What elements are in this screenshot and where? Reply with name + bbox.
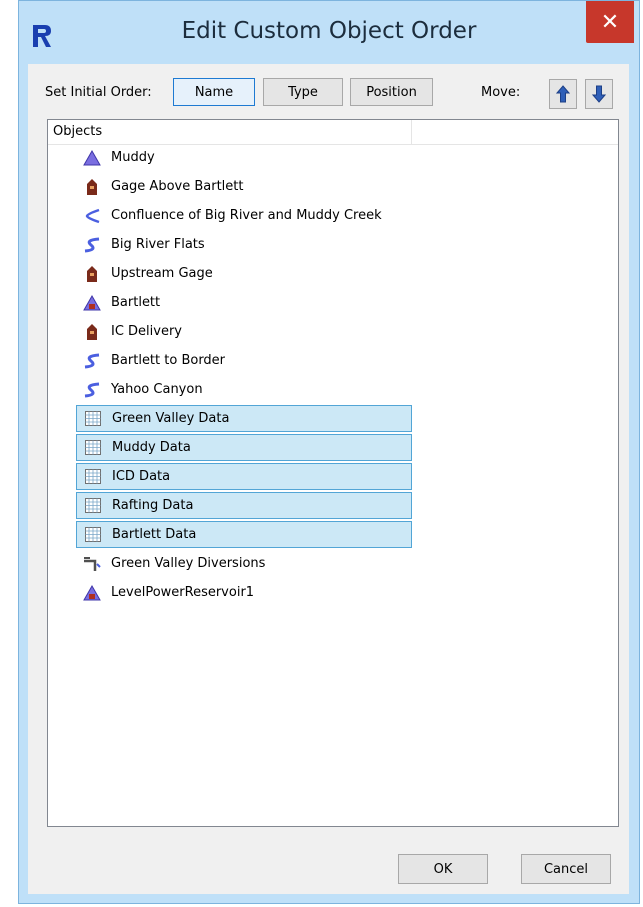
data-object-icon: [84, 468, 102, 486]
list-item-label: Bartlett: [111, 295, 161, 310]
move-label: Move:: [481, 85, 521, 100]
gage-icon: [83, 178, 101, 196]
list-item[interactable]: Muddy: [76, 144, 412, 171]
list-item-label: IC Delivery: [111, 324, 183, 339]
list-item[interactable]: ICD Data: [76, 463, 412, 490]
list-item[interactable]: Green Valley Diversions: [76, 550, 412, 577]
list-item-label: ICD Data: [112, 469, 171, 484]
window-title: Edit Custom Object Order: [181, 18, 477, 44]
reach-icon: [83, 381, 101, 399]
power-reservoir-icon: [83, 584, 101, 602]
order-by-type-button[interactable]: Type: [263, 78, 343, 106]
list-item[interactable]: LevelPowerReservoir1: [76, 579, 412, 606]
list-item-label: Rafting Data: [112, 498, 194, 513]
reach-icon: [83, 352, 101, 370]
dialog-window: Edit Custom Object Order ✕ Set Initial O…: [18, 0, 640, 904]
list-item-label: Bartlett to Border: [111, 353, 226, 368]
gage-icon: [83, 323, 101, 341]
list-item[interactable]: Big River Flats: [76, 231, 412, 258]
list-item-label: Big River Flats: [111, 237, 205, 252]
list-item[interactable]: Muddy Data: [76, 434, 412, 461]
cancel-button[interactable]: Cancel: [521, 854, 611, 884]
gage-icon: [83, 265, 101, 283]
arrow-up-icon: [556, 85, 570, 103]
list-item-label: Bartlett Data: [112, 527, 197, 542]
move-down-button[interactable]: [585, 79, 613, 109]
list-item[interactable]: Confluence of Big River and Muddy Creek: [76, 202, 412, 229]
data-object-icon: [84, 497, 102, 515]
list-item[interactable]: IC Delivery: [76, 318, 412, 345]
close-button[interactable]: ✕: [586, 1, 634, 43]
list-item-label: Muddy Data: [112, 440, 191, 455]
list-item-label: Yahoo Canyon: [111, 382, 203, 397]
order-by-name-button[interactable]: Name: [173, 78, 255, 106]
title-bar[interactable]: Edit Custom Object Order ✕: [19, 1, 639, 63]
list-item-label: Upstream Gage: [111, 266, 213, 281]
data-object-icon: [84, 526, 102, 544]
list-item-label: Confluence of Big River and Muddy Creek: [111, 208, 382, 223]
reach-icon: [83, 236, 101, 254]
list-item-label: Green Valley Data: [112, 411, 230, 426]
power-reservoir-icon: [83, 294, 101, 312]
list-item[interactable]: Bartlett: [76, 289, 412, 316]
set-initial-order-label: Set Initial Order:: [45, 85, 152, 100]
list-item[interactable]: Yahoo Canyon: [76, 376, 412, 403]
list-item[interactable]: Rafting Data: [76, 492, 412, 519]
objects-column-header[interactable]: Objects: [48, 120, 412, 144]
ok-button[interactable]: OK: [398, 854, 488, 884]
arrow-down-icon: [592, 85, 606, 103]
dialog-body: Set Initial Order: Name Type Position Mo…: [28, 64, 629, 894]
confluence-icon: [83, 207, 101, 225]
list-item[interactable]: Upstream Gage: [76, 260, 412, 287]
order-by-position-button[interactable]: Position: [350, 78, 433, 106]
list-item-label: Muddy: [111, 150, 155, 165]
list-header: Objects: [48, 120, 618, 145]
move-up-button[interactable]: [549, 79, 577, 109]
list-item[interactable]: Bartlett Data: [76, 521, 412, 548]
data-object-icon: [84, 439, 102, 457]
diversion-icon: [83, 555, 101, 573]
list-item[interactable]: Gage Above Bartlett: [76, 173, 412, 200]
data-object-icon: [84, 410, 102, 428]
list-item-label: Gage Above Bartlett: [111, 179, 244, 194]
list-item-label: LevelPowerReservoir1: [111, 585, 255, 600]
objects-list[interactable]: Objects Muddy Gage Above Bartlett Conflu…: [47, 119, 619, 827]
list-item-label: Green Valley Diversions: [111, 556, 266, 571]
list-item[interactable]: Green Valley Data: [76, 405, 412, 432]
reservoir-icon: [83, 149, 101, 167]
list-item[interactable]: Bartlett to Border: [76, 347, 412, 374]
